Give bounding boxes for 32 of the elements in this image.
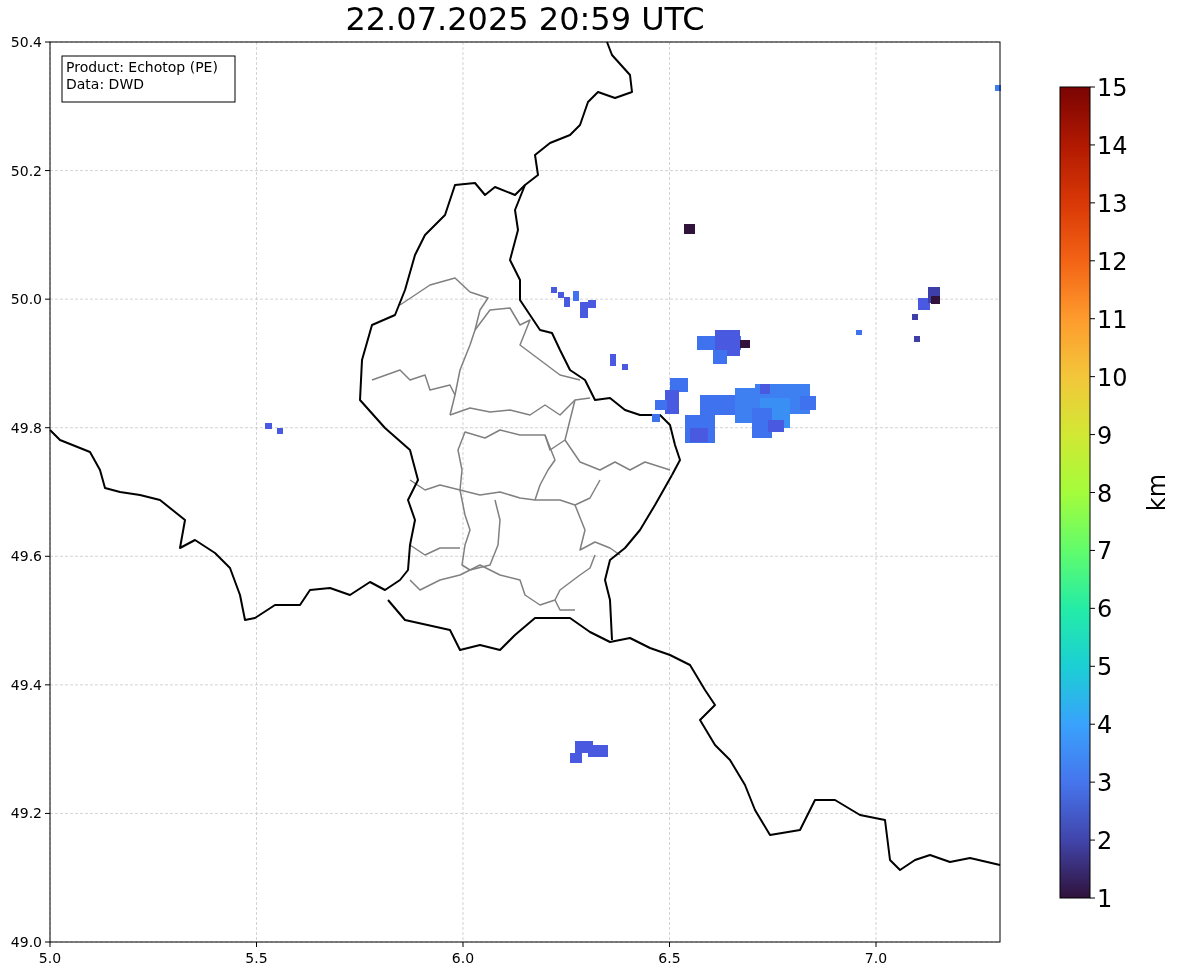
y-tick-label: 49.8 <box>10 419 42 436</box>
colorbar-tick-label: 15 <box>1097 74 1128 102</box>
y-tick-label: 50.2 <box>10 162 42 179</box>
x-tick-label: 6.0 <box>451 950 475 966</box>
x-tick-label: 6.5 <box>658 950 681 966</box>
colorbar-tick-label: 10 <box>1097 363 1128 392</box>
colorbar-tick-label: 13 <box>1097 189 1128 218</box>
colorbar-tick-label: 8 <box>1097 479 1113 508</box>
info-text: Data: DWD <box>66 76 144 92</box>
colorbar-tick-label: 4 <box>1097 711 1113 740</box>
info-text: Product: Echotop (PE) <box>66 59 218 75</box>
colorbar-tick-label: 14 <box>1097 131 1128 160</box>
y-tick-label: 49.6 <box>10 548 42 565</box>
chart-title: 22.07.2025 20:59 UTC <box>345 0 705 38</box>
x-tick-label: 7.0 <box>864 950 888 966</box>
colorbar-tick-label: 7 <box>1097 537 1113 566</box>
colorbar-tick-label: 1 <box>1097 885 1113 913</box>
colorbar-label: km <box>1143 473 1171 512</box>
colorbar-tick-label: 2 <box>1097 827 1113 856</box>
colorbar-tick-label: 5 <box>1097 653 1113 682</box>
x-tick-label: 5.5 <box>245 950 268 966</box>
colorbar-tick-label: 3 <box>1097 769 1113 798</box>
y-tick-label: 49.4 <box>10 676 42 693</box>
y-tick-label: 49.0 <box>10 934 42 950</box>
colorbar-tick-label: 12 <box>1097 247 1128 276</box>
colorbar-tick-label: 6 <box>1097 595 1113 624</box>
y-tick-label: 50.0 <box>10 291 42 308</box>
colorbar-tick-label: 11 <box>1097 305 1128 334</box>
y-tick-label: 50.4 <box>10 34 42 50</box>
x-tick-label: 5.0 <box>38 950 62 966</box>
y-tick-label: 49.2 <box>10 805 42 822</box>
colorbar-tick-label: 9 <box>1097 421 1113 450</box>
